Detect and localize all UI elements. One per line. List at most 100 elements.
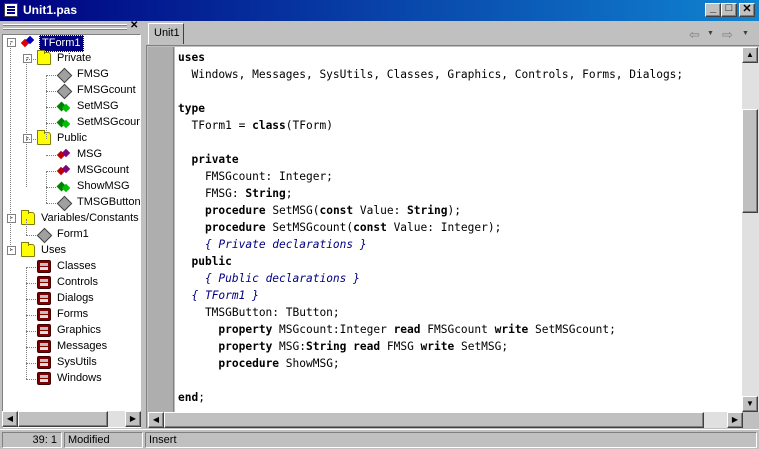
- back-arrow-icon[interactable]: ⇦: [689, 27, 700, 43]
- field-icon: [57, 68, 71, 81]
- tree-connector: [26, 331, 36, 332]
- code-token: FMSGcount: [420, 323, 495, 336]
- tree-node-label: Dialogs: [57, 292, 94, 304]
- tree-node-label: Graphics: [57, 324, 102, 336]
- window-title-bar[interactable]: Unit1.pas _ □ ✕: [0, 0, 759, 21]
- tab-unit1[interactable]: Unit1: [148, 23, 184, 44]
- tree-node-label: Form1: [57, 228, 89, 240]
- code-comment: { TForm1 }: [191, 289, 259, 302]
- code-keyword: property: [218, 323, 273, 336]
- collapse-toggle-icon[interactable]: -: [7, 214, 16, 223]
- code-explorer-header[interactable]: ✕: [0, 20, 144, 33]
- unit-icon: [37, 308, 51, 321]
- tree-connector: [46, 171, 47, 203]
- tree-connector: [26, 363, 36, 364]
- close-button[interactable]: ✕: [739, 3, 755, 17]
- scroll-left-button[interactable]: ◀: [148, 412, 164, 428]
- modified-indicator: Modified: [64, 432, 143, 448]
- tree-connector: [46, 91, 56, 92]
- tree-connector: [26, 219, 27, 235]
- code-token: ;: [285, 187, 293, 200]
- field-icon: [37, 228, 51, 241]
- tree-node-label: Private: [57, 52, 92, 64]
- scroll-down-button[interactable]: ▼: [742, 396, 758, 412]
- collapse-toggle-icon[interactable]: -: [7, 38, 16, 47]
- folder-icon: [37, 50, 51, 65]
- scroll-thumb[interactable]: [164, 412, 704, 428]
- code-keyword: String: [245, 187, 286, 200]
- tree-node-label: Forms: [57, 308, 89, 320]
- unit-icon: [37, 340, 51, 353]
- code-text[interactable]: uses Windows, Messages, SysUtils, Classe…: [175, 47, 742, 412]
- tree-connector: [26, 59, 36, 60]
- prop-icon: [57, 148, 71, 161]
- tree-node-label: SetMSG: [77, 100, 119, 112]
- code-keyword: write: [494, 323, 529, 336]
- back-dropdown-icon[interactable]: ▼: [707, 30, 714, 37]
- tree-connector: [26, 299, 36, 300]
- collapse-toggle-icon[interactable]: -: [7, 246, 16, 255]
- tree-connector: [26, 315, 36, 316]
- explorer-close-icon[interactable]: ✕: [130, 20, 138, 31]
- tree-node-label: Variables/Constants: [41, 212, 139, 224]
- explorer-horizontal-scrollbar[interactable]: ◀ ▶: [2, 411, 141, 427]
- code-line: private: [178, 151, 239, 168]
- code-line: FMSG: String;: [178, 185, 293, 202]
- tree-connector: [46, 107, 56, 108]
- tree-node-label: Controls: [57, 276, 98, 288]
- code-keyword: write: [420, 340, 455, 353]
- tree-connector: [46, 75, 47, 139]
- code-line: { TForm1 }: [178, 287, 259, 304]
- tree-node-label: SysUtils: [57, 356, 97, 368]
- maximize-button[interactable]: □: [721, 2, 737, 17]
- method-icon: [57, 116, 71, 129]
- code-keyword: procedure: [204, 204, 266, 217]
- code-line: { Public declarations }: [178, 270, 360, 287]
- code-token: FMSG: [380, 340, 421, 353]
- tree-connector: [46, 187, 56, 188]
- forward-arrow-icon[interactable]: ⇨: [722, 27, 733, 43]
- editor-vertical-scrollbar[interactable]: ▲ ▼: [742, 47, 759, 412]
- scroll-up-button[interactable]: ▲: [742, 47, 758, 63]
- unit-icon: [37, 324, 51, 337]
- code-token: Windows, Messages, SysUtils, Classes, Gr…: [178, 68, 684, 81]
- scroll-right-button[interactable]: ▶: [125, 411, 141, 427]
- code-token: Value: Integer);: [386, 221, 502, 234]
- code-keyword: read: [353, 340, 381, 353]
- editor-gutter[interactable]: [148, 47, 174, 412]
- code-keyword: uses: [178, 51, 205, 64]
- minimize-button[interactable]: _: [705, 2, 721, 17]
- code-token: TMSGButton: TButton;: [178, 306, 340, 319]
- code-line: uses: [178, 49, 205, 66]
- code-keyword: private: [191, 153, 239, 166]
- folder-icon: [21, 210, 35, 225]
- code-token: SetMSGcount(: [265, 221, 354, 234]
- folder-icon: [21, 242, 35, 257]
- tree-connector: [46, 203, 56, 204]
- dock-grip[interactable]: [3, 24, 127, 26]
- tree-connector: [46, 123, 56, 124]
- window-title: Unit1.pas: [23, 3, 78, 17]
- code-token: SetMSGcount;: [528, 323, 616, 336]
- code-token: MSG:: [272, 340, 306, 353]
- tree-node-label: SetMSGcount: [77, 116, 141, 128]
- dock-grip[interactable]: [3, 28, 127, 30]
- code-keyword: procedure: [218, 357, 280, 370]
- scroll-thumb[interactable]: [18, 411, 108, 427]
- code-line: property MSGcount:Integer read FMSGcount…: [178, 321, 616, 338]
- code-token: ShowMSG;: [279, 357, 340, 370]
- code-line: procedure SetMSGcount(const Value: Integ…: [178, 219, 501, 236]
- editor-horizontal-scrollbar[interactable]: ◀ ▶: [148, 412, 743, 428]
- scroll-thumb[interactable]: [742, 109, 758, 213]
- field-icon: [57, 84, 71, 97]
- code-line: procedure ShowMSG;: [178, 355, 340, 372]
- insert-mode-indicator: Insert: [145, 432, 757, 448]
- scroll-left-button[interactable]: ◀: [2, 411, 18, 427]
- code-explorer-tree[interactable]: TForm1 - Private - FMSG FMSGcount SetMSG SetMSG…: [2, 34, 141, 428]
- scroll-right-button[interactable]: ▶: [727, 412, 743, 428]
- forward-dropdown-icon[interactable]: ▼: [742, 30, 749, 37]
- code-line: type: [178, 100, 205, 117]
- code-token: );: [447, 204, 461, 217]
